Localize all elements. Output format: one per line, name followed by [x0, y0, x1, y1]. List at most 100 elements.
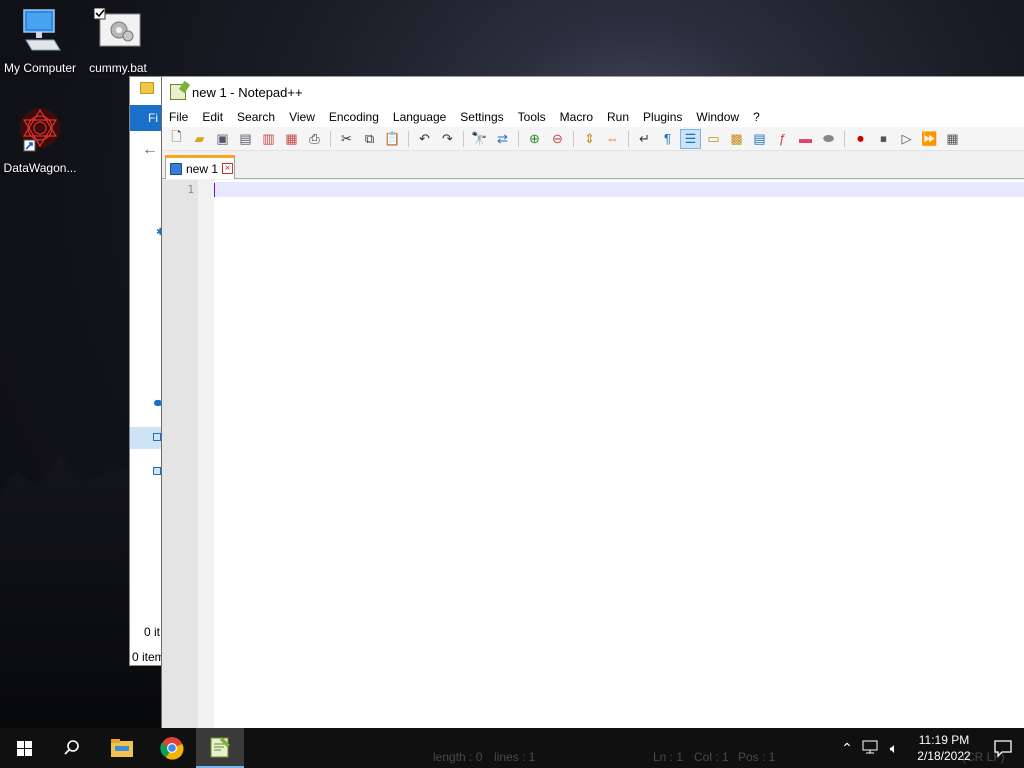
chrome-icon: [160, 737, 184, 760]
indent-guide-icon[interactable]: ☰: [680, 128, 701, 149]
redo-icon[interactable]: ↷: [437, 129, 458, 149]
fold-margin[interactable]: [198, 180, 214, 729]
status-pos: Pos : 1: [738, 750, 776, 764]
explorer-status-bar: 0 item: [132, 650, 165, 664]
save-icon[interactable]: ▣: [212, 129, 233, 149]
npp-titlebar[interactable]: new 1 - Notepad++: [162, 77, 1024, 107]
menu-settings[interactable]: Settings: [453, 110, 510, 124]
status-lines: lines : 1: [494, 750, 536, 764]
document-map-icon[interactable]: ▩: [726, 129, 747, 149]
monitoring-icon[interactable]: ⬬: [818, 129, 839, 149]
find-icon[interactable]: 🔭: [469, 129, 490, 149]
macro-run-multiple-icon[interactable]: ⏩: [919, 129, 940, 149]
search-icon: [64, 740, 79, 755]
replace-icon[interactable]: ⇄: [492, 129, 513, 149]
cut-icon[interactable]: ✂: [336, 129, 357, 149]
toolbar-separator: [573, 130, 574, 147]
desktop-icon-datawagon[interactable]: DataWagon...: [0, 106, 80, 175]
menu-language[interactable]: Language: [386, 110, 453, 124]
desktop-icon-my-computer[interactable]: My Computer: [0, 8, 80, 75]
paste-icon[interactable]: 📋: [382, 129, 403, 149]
desktop-icon-label: cummy.bat: [89, 61, 147, 75]
document-list-icon[interactable]: ▤: [749, 129, 770, 149]
folder-workspace-icon[interactable]: ▬: [795, 129, 816, 149]
system-tray: ⌃ 🔈︎ 11:19 PM 2/18/2022: [836, 728, 1024, 768]
desktop-icon-label: DataWagon...: [3, 161, 77, 175]
menu-encoding[interactable]: Encoding: [322, 110, 386, 124]
menu-search[interactable]: Search: [230, 110, 282, 124]
tab-label: new 1: [186, 161, 219, 176]
menu-macro[interactable]: Macro: [553, 110, 600, 124]
tab-new-1[interactable]: new 1 ×: [165, 155, 235, 179]
sync-horizontal-icon[interactable]: ⇔: [602, 129, 623, 149]
udl-icon[interactable]: ▭: [703, 129, 724, 149]
desktop-icon-label: My Computer: [3, 61, 77, 75]
status-ln: Ln : 1: [653, 750, 684, 764]
chevron-up-icon[interactable]: ⌃: [836, 740, 858, 757]
batch-file-icon: [78, 7, 158, 57]
status-length: length : 0: [433, 750, 483, 764]
taskbar-chrome[interactable]: [148, 728, 196, 768]
undo-icon[interactable]: ↶: [414, 129, 435, 149]
explorer-item-count: 0 it: [144, 625, 161, 639]
npp-tab-bar: new 1 ×: [162, 151, 1024, 179]
toolbar-separator: [844, 130, 845, 147]
copy-icon[interactable]: ⧉: [359, 129, 380, 149]
toolbar-separator: [518, 130, 519, 147]
file-explorer-icon: [111, 739, 133, 757]
taskbar-file-explorer[interactable]: [98, 728, 146, 768]
menu-file[interactable]: File: [162, 110, 195, 124]
print-icon[interactable]: ⎙: [304, 129, 325, 149]
function-list-icon[interactable]: ƒ: [772, 129, 793, 149]
menu-help[interactable]: ?: [746, 110, 767, 124]
taskbar-notepad-plus-plus[interactable]: [196, 728, 244, 768]
toolbar-separator: [463, 130, 464, 147]
macro-record-icon[interactable]: ⏺: [850, 129, 871, 149]
toolbar-separator: [330, 130, 331, 147]
macro-save-icon[interactable]: ▦: [942, 129, 963, 149]
menu-edit[interactable]: Edit: [195, 110, 230, 124]
open-file-icon[interactable]: ▰: [189, 129, 210, 149]
text-caret: [214, 183, 215, 197]
close-tab-icon[interactable]: ×: [222, 163, 234, 174]
close-file-icon[interactable]: ▥: [258, 129, 279, 149]
menu-view[interactable]: View: [282, 110, 322, 124]
npp-menubar: File Edit Search View Encoding Language …: [162, 107, 1024, 127]
notification-icon: [994, 740, 1012, 757]
menu-plugins[interactable]: Plugins: [636, 110, 689, 124]
network-icon: [153, 467, 161, 475]
menu-run[interactable]: Run: [600, 110, 636, 124]
clock[interactable]: 11:19 PM 2/18/2022: [906, 732, 982, 764]
folder-icon: [140, 82, 154, 94]
back-arrow-icon[interactable]: ←: [142, 141, 158, 159]
notepad-plus-plus-icon: [170, 84, 186, 100]
zoom-in-icon[interactable]: ⊕: [524, 129, 545, 149]
show-all-chars-icon[interactable]: ¶: [657, 129, 678, 149]
desktop-icon-cummy-bat[interactable]: cummy.bat: [78, 7, 158, 75]
saved-state-icon: [170, 162, 182, 175]
save-all-icon[interactable]: ▤: [235, 129, 256, 149]
network-icon[interactable]: [858, 740, 882, 757]
editor-area[interactable]: 1: [162, 180, 1024, 729]
clock-date: 2/18/2022: [917, 749, 971, 763]
zoom-out-icon[interactable]: ⊖: [547, 129, 568, 149]
menu-window[interactable]: Window: [689, 110, 746, 124]
notepad-plus-plus-window[interactable]: new 1 - Notepad++ File Edit Search View …: [161, 76, 1024, 729]
close-all-icon[interactable]: ▦: [281, 129, 302, 149]
window-title: new 1 - Notepad++: [192, 84, 303, 100]
word-wrap-icon[interactable]: ↵: [634, 129, 655, 149]
notification-center-button[interactable]: [982, 728, 1024, 768]
sync-vertical-icon[interactable]: ⇕: [579, 129, 600, 149]
notepad-plus-plus-icon: [210, 737, 230, 758]
menu-tools[interactable]: Tools: [511, 110, 553, 124]
macro-stop-icon[interactable]: ⏹: [873, 129, 894, 149]
macro-play-icon[interactable]: ▷: [896, 129, 917, 149]
status-col: Col : 1: [694, 750, 729, 764]
volume-icon[interactable]: 🔈︎: [882, 740, 906, 757]
line-number: 1: [187, 183, 194, 196]
search-button[interactable]: [48, 728, 96, 768]
windows-logo-icon: [16, 740, 32, 756]
start-button[interactable]: [0, 728, 48, 768]
this-pc-icon: [153, 433, 161, 441]
new-file-icon[interactable]: 🗋: [166, 129, 187, 149]
